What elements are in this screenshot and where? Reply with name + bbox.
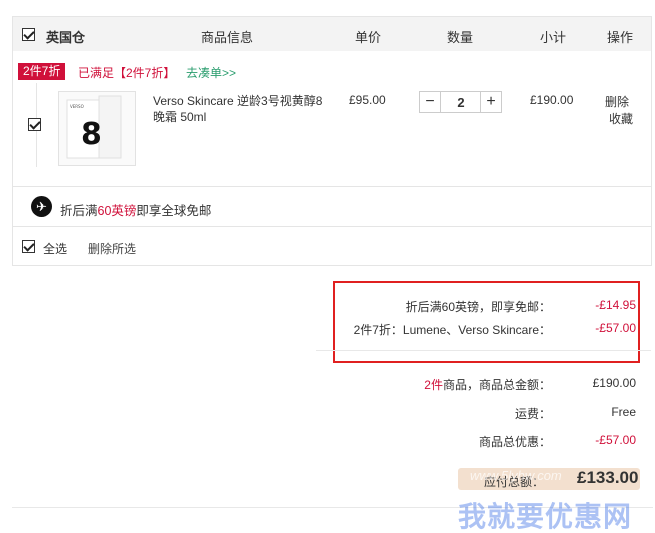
cart-panel: 英国仓 商品信息 单价 数量 小计 操作 2件7折 已满足【2件7折】 去凑单>… xyxy=(12,16,652,266)
promo-tag: 2件7折 xyxy=(18,63,66,80)
item-checkbox[interactable] xyxy=(28,118,41,131)
column-product-info: 商品信息 xyxy=(201,30,254,45)
increase-button[interactable]: + xyxy=(480,92,501,112)
product-thumbnail[interactable]: 8 VERSO xyxy=(58,91,136,166)
freight-value: Free xyxy=(611,405,636,419)
favorite-link[interactable]: 收藏 xyxy=(609,110,633,127)
column-quantity: 数量 xyxy=(447,30,474,45)
store-name: 英国仓 xyxy=(46,30,86,45)
select-all-label[interactable]: 全选 xyxy=(43,240,67,257)
shipping-threshold: 60英镑 xyxy=(97,204,137,218)
freight-label: 运费： xyxy=(514,407,551,421)
watermark-logo: 我就要优惠网 xyxy=(458,501,633,532)
goods-count: 2件 xyxy=(424,378,443,392)
shipping-discount-label: 折后满60英镑，即享免邮： xyxy=(405,300,551,314)
item-subtotal: £190.00 xyxy=(530,93,574,107)
cart-header: 英国仓 商品信息 单价 数量 小计 操作 xyxy=(13,17,651,51)
decrease-button[interactable]: − xyxy=(420,92,441,112)
payable-value: £133.00 xyxy=(577,468,639,487)
store-checkbox[interactable] xyxy=(22,28,35,41)
airplane-icon: ✈ xyxy=(31,196,52,217)
shipping-discount-value: -£14.95 xyxy=(595,298,636,312)
column-unit-price: 单价 xyxy=(355,30,382,45)
column-subtotal: 小计 xyxy=(540,30,567,45)
column-operation: 操作 xyxy=(607,30,634,45)
add-more-link[interactable]: 去凑单>> xyxy=(186,64,236,81)
goods-total-label: 商品，商品总金额： xyxy=(442,378,551,392)
goods-total-value: £190.00 xyxy=(592,376,636,390)
summary-divider xyxy=(316,350,651,351)
promo-discount-value: -£57.00 xyxy=(595,321,636,335)
select-all-checkbox[interactable] xyxy=(22,240,35,253)
svg-text:8: 8 xyxy=(81,117,102,152)
thumb-brand-text: VERSO xyxy=(70,104,84,109)
quantity-input[interactable]: 2 xyxy=(442,95,480,110)
delete-link[interactable]: 删除 xyxy=(605,93,629,110)
unit-price: £95.00 xyxy=(349,93,386,107)
discount-total-value: -£57.00 xyxy=(595,433,636,447)
discount-total-label: 商品总优惠： xyxy=(478,435,551,449)
divider xyxy=(13,226,651,227)
shipping-pre: 折后满 xyxy=(60,204,98,218)
goods-count-label: 2件商品，商品总金额： xyxy=(424,376,551,393)
delete-selected-link[interactable]: 删除所选 xyxy=(88,240,136,257)
promo-discount-label: 2件7折：Lumene、Verso Skincare： xyxy=(353,323,551,337)
shipping-post: 即享全球免邮 xyxy=(136,204,212,218)
free-shipping-notice: 折后满60英镑即享全球免邮 xyxy=(60,200,211,219)
watermark-url: www.5lyhw.com xyxy=(470,468,562,483)
divider xyxy=(13,186,651,187)
promo-status: 已满足【2件7折】 xyxy=(78,66,176,80)
quantity-stepper: − 2 + xyxy=(419,91,502,113)
product-image: 8 VERSO xyxy=(66,95,122,159)
product-name[interactable]: Verso Skincare 逆龄3号视黄醇8晚霜 50ml xyxy=(153,93,333,125)
